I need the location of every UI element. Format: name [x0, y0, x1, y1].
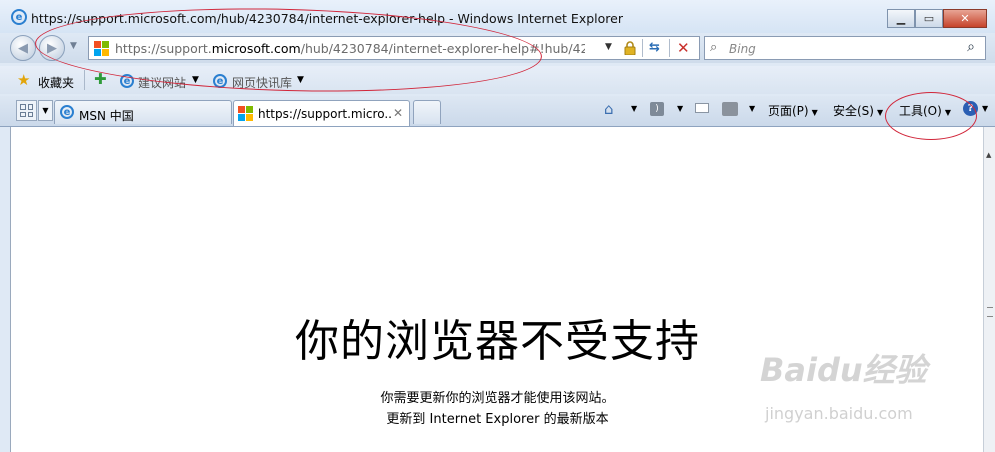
divider: [642, 39, 643, 57]
search-input[interactable]: Bing: [729, 42, 756, 56]
ie-icon: e: [120, 74, 134, 88]
home-icon[interactable]: ⌂: [604, 100, 614, 118]
favorites-bar: ★ 收藏夹 ✚ e 建议网站 ▼ e 网页快讯库 ▼: [0, 66, 995, 94]
chevron-down-icon[interactable]: ▼: [982, 104, 988, 113]
watermark-url: jingyan.baidu.com: [765, 404, 913, 423]
divider: [669, 39, 670, 57]
tab-msn[interactable]: e MSN 中国: [54, 100, 232, 124]
vertical-scrollbar[interactable]: ▲: [983, 127, 995, 452]
minimize-button[interactable]: ▁: [887, 9, 915, 28]
url-text[interactable]: https://support.microsoft.com/hub/423078…: [115, 41, 585, 56]
window-controls: ▁ ▭ ✕: [887, 9, 987, 29]
stop-icon[interactable]: ✕: [677, 39, 690, 57]
divider: [84, 70, 85, 90]
ie-icon: e: [11, 9, 27, 25]
search-box[interactable]: ⌕ Bing ⌕: [704, 36, 986, 60]
maximize-button[interactable]: ▭: [915, 9, 943, 28]
tab-support[interactable]: https://support.micro... ✕: [233, 100, 410, 126]
scroll-up-icon[interactable]: ▲: [986, 151, 991, 159]
microsoft-logo-icon: [94, 41, 109, 56]
back-arrow-icon: ◀: [18, 40, 28, 56]
back-button[interactable]: ◀: [10, 35, 36, 61]
chevron-down-icon[interactable]: ▼: [677, 104, 683, 113]
forward-button[interactable]: ▶: [39, 35, 65, 61]
favorites-item-suggested-sites[interactable]: 建议网站: [138, 74, 186, 91]
close-button[interactable]: ✕: [943, 9, 987, 28]
navigation-bar: ◀ ▶ ▼ https://support.microsoft.com/hub/…: [0, 33, 995, 63]
mail-icon[interactable]: [695, 103, 709, 113]
favorites-item-web-slice-gallery[interactable]: 网页快讯库: [232, 74, 292, 91]
tab-label: MSN 中国: [79, 109, 134, 123]
ie-icon: e: [213, 74, 227, 88]
search-provider-icon: ⌕: [710, 40, 718, 55]
chevron-down-icon[interactable]: ▼: [192, 75, 199, 85]
page-menu[interactable]: 页面(P) ▼: [768, 102, 818, 119]
favorites-star-icon[interactable]: ★: [17, 71, 30, 89]
chevron-down-icon[interactable]: ▼: [631, 104, 637, 113]
quick-tabs-icon[interactable]: [16, 100, 37, 121]
search-icon[interactable]: ⌕: [967, 39, 975, 55]
close-tab-icon[interactable]: ✕: [393, 106, 403, 120]
forward-arrow-icon: ▶: [47, 40, 57, 56]
microsoft-logo-icon: [238, 106, 253, 121]
feed-icon[interactable]: ): [650, 102, 664, 116]
new-tab-button[interactable]: [413, 100, 441, 124]
favorites-button[interactable]: 收藏夹: [38, 74, 74, 91]
lock-icon[interactable]: [623, 41, 637, 55]
title-bar: e https://support.microsoft.com/hub/4230…: [0, 0, 995, 36]
chevron-down-icon[interactable]: ▼: [749, 104, 755, 113]
tab-label: https://support.micro...: [258, 107, 393, 121]
print-icon[interactable]: [722, 102, 738, 116]
scroll-grip[interactable]: [987, 307, 993, 317]
chevron-down-icon[interactable]: ▼: [297, 75, 304, 85]
tab-list-button[interactable]: ▼: [38, 100, 53, 121]
watermark-logo: Baidu经验: [760, 351, 927, 389]
add-favorites-icon[interactable]: ✚: [94, 70, 107, 88]
safety-menu[interactable]: 安全(S) ▼: [833, 102, 883, 119]
recent-pages-dropdown[interactable]: ▼: [70, 41, 77, 51]
address-bar[interactable]: https://support.microsoft.com/hub/423078…: [88, 36, 700, 60]
ie-icon: e: [60, 105, 74, 119]
tools-menu[interactable]: 工具(O) ▼: [899, 102, 951, 119]
window-title: https://support.microsoft.com/hub/423078…: [31, 11, 623, 26]
help-icon[interactable]: ?: [963, 101, 978, 116]
refresh-icon[interactable]: ⇆: [649, 40, 660, 55]
address-dropdown-icon[interactable]: ▼: [605, 42, 612, 52]
